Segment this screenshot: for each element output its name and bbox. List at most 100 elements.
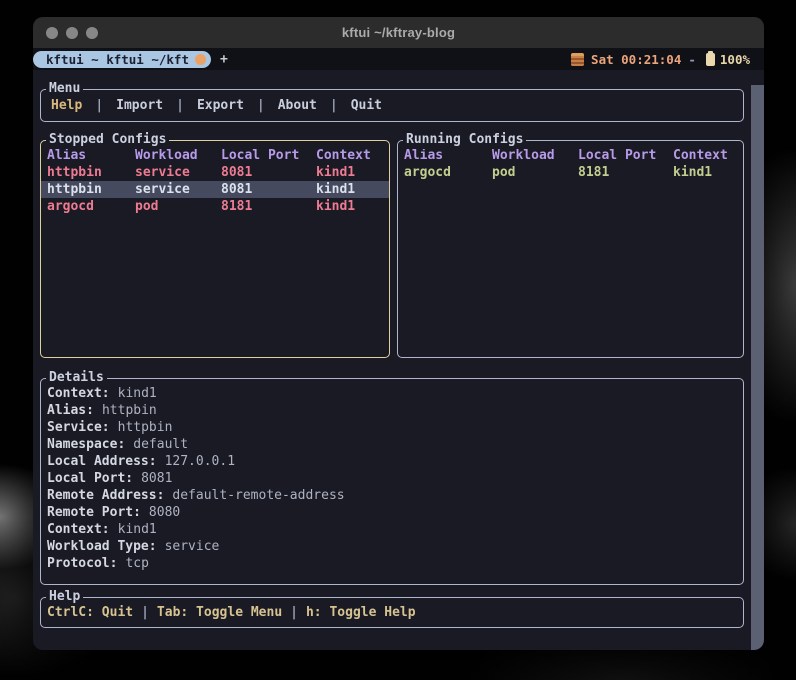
help-shortcut: CtrlC: Quit	[47, 605, 134, 620]
help-shortcut: h: Toggle Help	[305, 605, 416, 620]
menu-item[interactable]: Help	[51, 98, 82, 113]
menu-panel-title: Menu	[46, 80, 84, 98]
detail-field: Local Address: 127.0.0.1	[47, 453, 743, 470]
separator: |	[290, 605, 298, 620]
column-context: Context	[316, 148, 371, 163]
terminal-content: Menu Help | Import | Export | About | Qu…	[33, 70, 764, 650]
separator: |	[256, 98, 265, 113]
separator: |	[141, 605, 149, 620]
column-workload: Workload	[492, 148, 555, 163]
menu-bar: Help | Import | Export | About | Quit	[41, 90, 743, 121]
battery-percentage: 100%	[719, 51, 750, 67]
cell-workload: service	[135, 165, 190, 180]
battery-icon	[705, 50, 715, 66]
cell-alias: httpbin	[47, 182, 102, 197]
status-separator: -	[688, 51, 696, 67]
detail-field: Service: httpbin	[47, 419, 743, 436]
cell-local-port: 8181	[221, 199, 253, 214]
help-panel: Help CtrlC: Quit | Tab: Toggle Menu | h:…	[40, 588, 744, 628]
detail-field: Local Port: 8081	[47, 470, 743, 487]
configs-row: Stopped Configs Alias Workload Local Por…	[40, 131, 751, 358]
detail-label: Local Port:	[47, 471, 134, 486]
detail-label: Alias:	[47, 403, 94, 418]
stopped-configs-title: Stopped Configs	[46, 131, 170, 149]
detail-field: Context: kind1	[47, 385, 743, 402]
tmux-status-bar: kftui ~ kftui ~/kft + Sat 00:21:04 - 100…	[33, 48, 764, 70]
cell-workload: service	[135, 182, 190, 197]
menu-item[interactable]: About	[278, 98, 317, 113]
separator: |	[329, 98, 338, 113]
window-titlebar[interactable]: kftui ~/kftray-blog	[33, 17, 764, 48]
detail-value: 8081	[141, 471, 173, 486]
calendar-icon	[571, 52, 585, 66]
detail-label: Remote Port:	[47, 505, 141, 520]
cell-local-port: 8081	[221, 165, 253, 180]
table-row[interactable]: argocd pod 8181 kind1	[398, 164, 743, 181]
menu-item[interactable]: Export	[197, 98, 244, 113]
details-list: Context: kind1 Alias: httpbin Service: http…	[41, 379, 743, 572]
table-header: Alias Workload Local Port Context	[41, 147, 389, 164]
cell-workload: pod	[135, 199, 159, 214]
detail-label: Namespace:	[47, 437, 126, 452]
detail-field: Namespace: default	[47, 436, 743, 453]
table-row[interactable]: httpbin service 8081 kind1	[41, 181, 389, 198]
session-indicator-dot	[195, 53, 206, 65]
help-panel-title: Help	[46, 588, 84, 606]
cell-alias: argocd	[404, 165, 451, 180]
detail-field: Alias: httpbin	[47, 402, 743, 419]
detail-field: Workload Type: service	[47, 538, 743, 555]
table-row[interactable]: httpbin service 8081 kind1	[41, 164, 389, 181]
tab-label: kftui ~ kftui ~/kft	[46, 51, 189, 67]
column-alias: Alias	[404, 148, 444, 163]
terminal-window: kftui ~/kftray-blog kftui ~ kftui ~/kft …	[33, 17, 764, 650]
menu-item[interactable]: Quit	[351, 98, 382, 113]
running-rows: argocd pod 8181 kind1	[398, 164, 743, 181]
details-panel-title: Details	[46, 369, 107, 387]
detail-label: Context:	[47, 522, 110, 537]
detail-value: default-remote-address	[172, 488, 345, 503]
column-local-port: Local Port	[578, 148, 657, 163]
detail-field: Remote Address: default-remote-address	[47, 487, 743, 504]
detail-label: Local Address:	[47, 454, 157, 469]
column-workload: Workload	[135, 148, 198, 163]
running-configs-title: Running Configs	[403, 131, 527, 149]
running-configs-panel: Running Configs Alias Workload Local Por…	[397, 131, 744, 358]
detail-value: httpbin	[117, 420, 173, 435]
menu-panel: Menu Help | Import | Export | About | Qu…	[40, 80, 744, 122]
separator: |	[176, 98, 184, 113]
cell-context: kind1	[316, 165, 356, 180]
detail-value: default	[133, 437, 189, 452]
stopped-configs-panel: Stopped Configs Alias Workload Local Por…	[40, 131, 390, 358]
detail-field: Remote Port: 8080	[47, 504, 743, 521]
help-shortcut: Tab: Toggle Menu	[156, 605, 283, 620]
detail-value: kind1	[117, 386, 157, 401]
cell-context: kind1	[316, 199, 356, 214]
separator: |	[95, 98, 104, 113]
cell-alias: argocd	[47, 199, 94, 214]
cell-local-port: 8081	[221, 182, 253, 197]
detail-label: Workload Type:	[47, 539, 157, 554]
cell-context: kind1	[673, 165, 713, 180]
detail-field: Protocol: tcp	[47, 555, 743, 572]
terminal-scrollbar[interactable]	[751, 85, 764, 650]
column-context: Context	[673, 148, 728, 163]
window-title: kftui ~/kftray-blog	[341, 25, 456, 40]
cell-workload: pod	[492, 165, 516, 180]
menu-item[interactable]: Import	[116, 98, 163, 113]
column-alias: Alias	[47, 148, 87, 163]
detail-label: Remote Address:	[47, 488, 165, 503]
table-header: Alias Workload Local Port Context	[398, 147, 743, 164]
status-clock: Sat 00:21:04	[591, 51, 682, 67]
detail-label: Context:	[47, 386, 110, 401]
new-tab-button[interactable]: +	[220, 53, 228, 66]
detail-label: Service:	[47, 420, 110, 435]
table-row[interactable]: argocd pod 8181 kind1	[41, 198, 389, 215]
cell-alias: httpbin	[47, 165, 102, 180]
status-right: Sat 00:21:04 - 100%	[571, 50, 764, 67]
cell-context: kind1	[316, 182, 356, 197]
tmux-session-tab[interactable]: kftui ~ kftui ~/kft	[33, 50, 211, 68]
stopped-configs-table: Alias Workload Local Port Context httpbi…	[41, 141, 389, 215]
detail-label: Protocol:	[47, 556, 118, 571]
column-local-port: Local Port	[221, 148, 300, 163]
details-panel: Details Context: kind1 Alias: httpbin Serv…	[40, 369, 744, 585]
